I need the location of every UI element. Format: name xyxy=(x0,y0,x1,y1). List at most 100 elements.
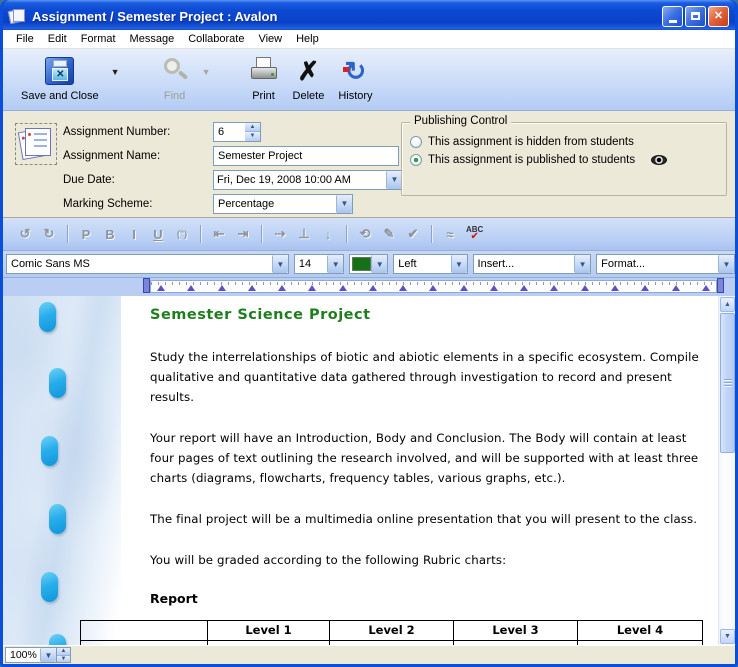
ruler-tab-marker[interactable] xyxy=(308,285,316,291)
due-date-label: Due Date: xyxy=(63,174,213,186)
combo-arrow-icon[interactable]: ▼ xyxy=(336,195,352,213)
combo-arrow-icon[interactable]: ▼ xyxy=(371,255,387,273)
radio-published[interactable] xyxy=(410,154,422,166)
save-and-close-button[interactable]: ✕ Save and Close xyxy=(17,53,103,103)
ruler-tab-marker[interactable] xyxy=(520,285,528,291)
format-menu-combo[interactable]: Format... ▼ xyxy=(596,254,735,274)
spin-down-icon[interactable]: ▼ xyxy=(245,131,260,141)
ruler-tab-marker[interactable] xyxy=(278,285,286,291)
italic-button[interactable]: I xyxy=(122,223,146,245)
menu-edit[interactable]: Edit xyxy=(41,31,74,47)
save-menu-arrow[interactable]: ▼ xyxy=(111,67,120,77)
font-color-swatch xyxy=(352,257,371,271)
quote-button[interactable]: (") xyxy=(170,223,194,245)
document-content[interactable]: Semester Science Project Study the inter… xyxy=(150,296,718,645)
print-button[interactable]: Print xyxy=(245,53,283,103)
spin-down-icon[interactable]: ▼ xyxy=(57,655,70,663)
approve-button[interactable]: ✔ xyxy=(401,223,425,245)
status-bar: 100% ▼ ▲ ▼ xyxy=(3,645,735,664)
font-size-combo[interactable]: 14 ▼ xyxy=(294,254,344,274)
ruler-tab-marker[interactable] xyxy=(550,285,558,291)
tab-stops-button[interactable]: ⇢ xyxy=(268,223,292,245)
ruler-tab-marker[interactable] xyxy=(369,285,377,291)
ruler-tab-marker[interactable] xyxy=(218,285,226,291)
formatting-toolbar: ↺ ↻ P B I U (") ⇤ ⇥ ⇢ ⊥ ↓ ⟲ ✎ ✔ ≈ ABC ✔ xyxy=(3,218,735,251)
insert-menu-combo[interactable]: Insert... ▼ xyxy=(473,254,592,274)
ruler-tab-marker[interactable] xyxy=(187,285,195,291)
combo-arrow-icon[interactable]: ▼ xyxy=(40,648,56,662)
document-heading: Semester Science Project xyxy=(150,307,718,323)
combo-arrow-icon[interactable]: ▼ xyxy=(451,255,467,273)
revert-button[interactable]: ⟲ xyxy=(353,223,377,245)
assignment-number-stepper[interactable]: ▲ ▼ xyxy=(245,122,261,142)
left-indent-marker[interactable] xyxy=(143,278,150,293)
close-button[interactable]: ✕ xyxy=(708,6,729,27)
delete-button[interactable]: ✗ Delete xyxy=(289,53,329,103)
ruler-tab-marker[interactable] xyxy=(702,285,710,291)
due-date-combo[interactable]: Fri, Dec 19, 2008 10:00 AM ▼ xyxy=(213,170,403,190)
insert-tab-button[interactable]: ↓ xyxy=(316,223,340,245)
publishing-published-option[interactable]: This assignment is published to students xyxy=(410,154,726,166)
find-button[interactable]: Find xyxy=(156,53,194,103)
radio-hidden[interactable] xyxy=(410,136,422,148)
scroll-thumb[interactable] xyxy=(720,313,735,453)
undo-button[interactable]: ↺ xyxy=(13,223,37,245)
underline-button[interactable]: U xyxy=(146,223,170,245)
bold-button[interactable]: B xyxy=(98,223,122,245)
marking-scheme-combo[interactable]: Percentage ▼ xyxy=(213,194,353,214)
publishing-hidden-option[interactable]: This assignment is hidden from students xyxy=(410,136,726,148)
right-indent-marker[interactable] xyxy=(717,278,724,293)
zoom-stepper[interactable]: ▲ ▼ xyxy=(57,647,71,663)
signature-button[interactable]: ≈ xyxy=(438,223,462,245)
ruler-tab-marker[interactable] xyxy=(429,285,437,291)
align-baseline-button[interactable]: ⊥ xyxy=(292,223,316,245)
zoom-combo[interactable]: 100% ▼ xyxy=(5,647,57,663)
maximize-button[interactable] xyxy=(685,6,706,27)
menu-file[interactable]: File xyxy=(9,31,41,47)
menu-format[interactable]: Format xyxy=(74,31,123,47)
pencil-edit-button[interactable]: ✎ xyxy=(377,223,401,245)
combo-arrow-icon[interactable]: ▼ xyxy=(272,255,288,273)
combo-arrow-icon[interactable]: ▼ xyxy=(574,255,590,273)
redo-button[interactable]: ↻ xyxy=(37,223,61,245)
combo-arrow-icon[interactable]: ▼ xyxy=(718,255,734,273)
ruler-tab-marker[interactable] xyxy=(157,285,165,291)
titlebar[interactable]: Assignment / Semester Project : Avalon ✕ xyxy=(3,0,735,30)
menu-help[interactable]: Help xyxy=(289,31,326,47)
assignment-item-icon[interactable] xyxy=(15,123,57,165)
marking-scheme-label: Marking Scheme: xyxy=(63,198,213,210)
ruler[interactable] xyxy=(150,280,717,293)
font-name-combo[interactable]: Comic Sans MS ▼ xyxy=(6,254,289,274)
ruler-tab-marker[interactable] xyxy=(611,285,619,291)
spin-up-icon[interactable]: ▲ xyxy=(245,123,260,132)
scroll-up-button[interactable]: ▲ xyxy=(720,297,735,312)
vertical-scrollbar[interactable]: ▲ ▼ xyxy=(718,296,735,645)
document-area[interactable]: Semester Science Project Study the inter… xyxy=(3,296,735,645)
ruler-tab-marker[interactable] xyxy=(399,285,407,291)
combo-arrow-icon[interactable]: ▼ xyxy=(386,171,402,189)
find-icon xyxy=(160,56,190,86)
menu-view[interactable]: View xyxy=(251,31,289,47)
assignment-number-field[interactable]: 6 xyxy=(213,122,245,142)
assignment-name-input[interactable]: Semester Project xyxy=(213,146,399,166)
ruler-tab-marker[interactable] xyxy=(490,285,498,291)
spellcheck-button[interactable]: ABC ✔ xyxy=(466,226,483,242)
ruler-tab-marker[interactable] xyxy=(248,285,256,291)
font-color-combo[interactable]: ▼ xyxy=(349,254,388,274)
ruler-tabs xyxy=(157,285,710,292)
menu-message[interactable]: Message xyxy=(123,31,182,47)
menu-collaborate[interactable]: Collaborate xyxy=(181,31,251,47)
minimize-button[interactable] xyxy=(662,6,683,27)
ruler-tab-marker[interactable] xyxy=(339,285,347,291)
ruler-tab-marker[interactable] xyxy=(672,285,680,291)
indent-decrease-button[interactable]: ⇤ xyxy=(207,223,231,245)
alignment-combo[interactable]: Left ▼ xyxy=(393,254,467,274)
ruler-tab-marker[interactable] xyxy=(460,285,468,291)
history-button[interactable]: ↻ History xyxy=(334,53,376,103)
combo-arrow-icon[interactable]: ▼ xyxy=(327,255,343,273)
plain-style-button[interactable]: P xyxy=(74,223,98,245)
indent-increase-button[interactable]: ⇥ xyxy=(231,223,255,245)
ruler-tab-marker[interactable] xyxy=(641,285,649,291)
scroll-down-button[interactable]: ▼ xyxy=(720,629,735,644)
ruler-tab-marker[interactable] xyxy=(581,285,589,291)
